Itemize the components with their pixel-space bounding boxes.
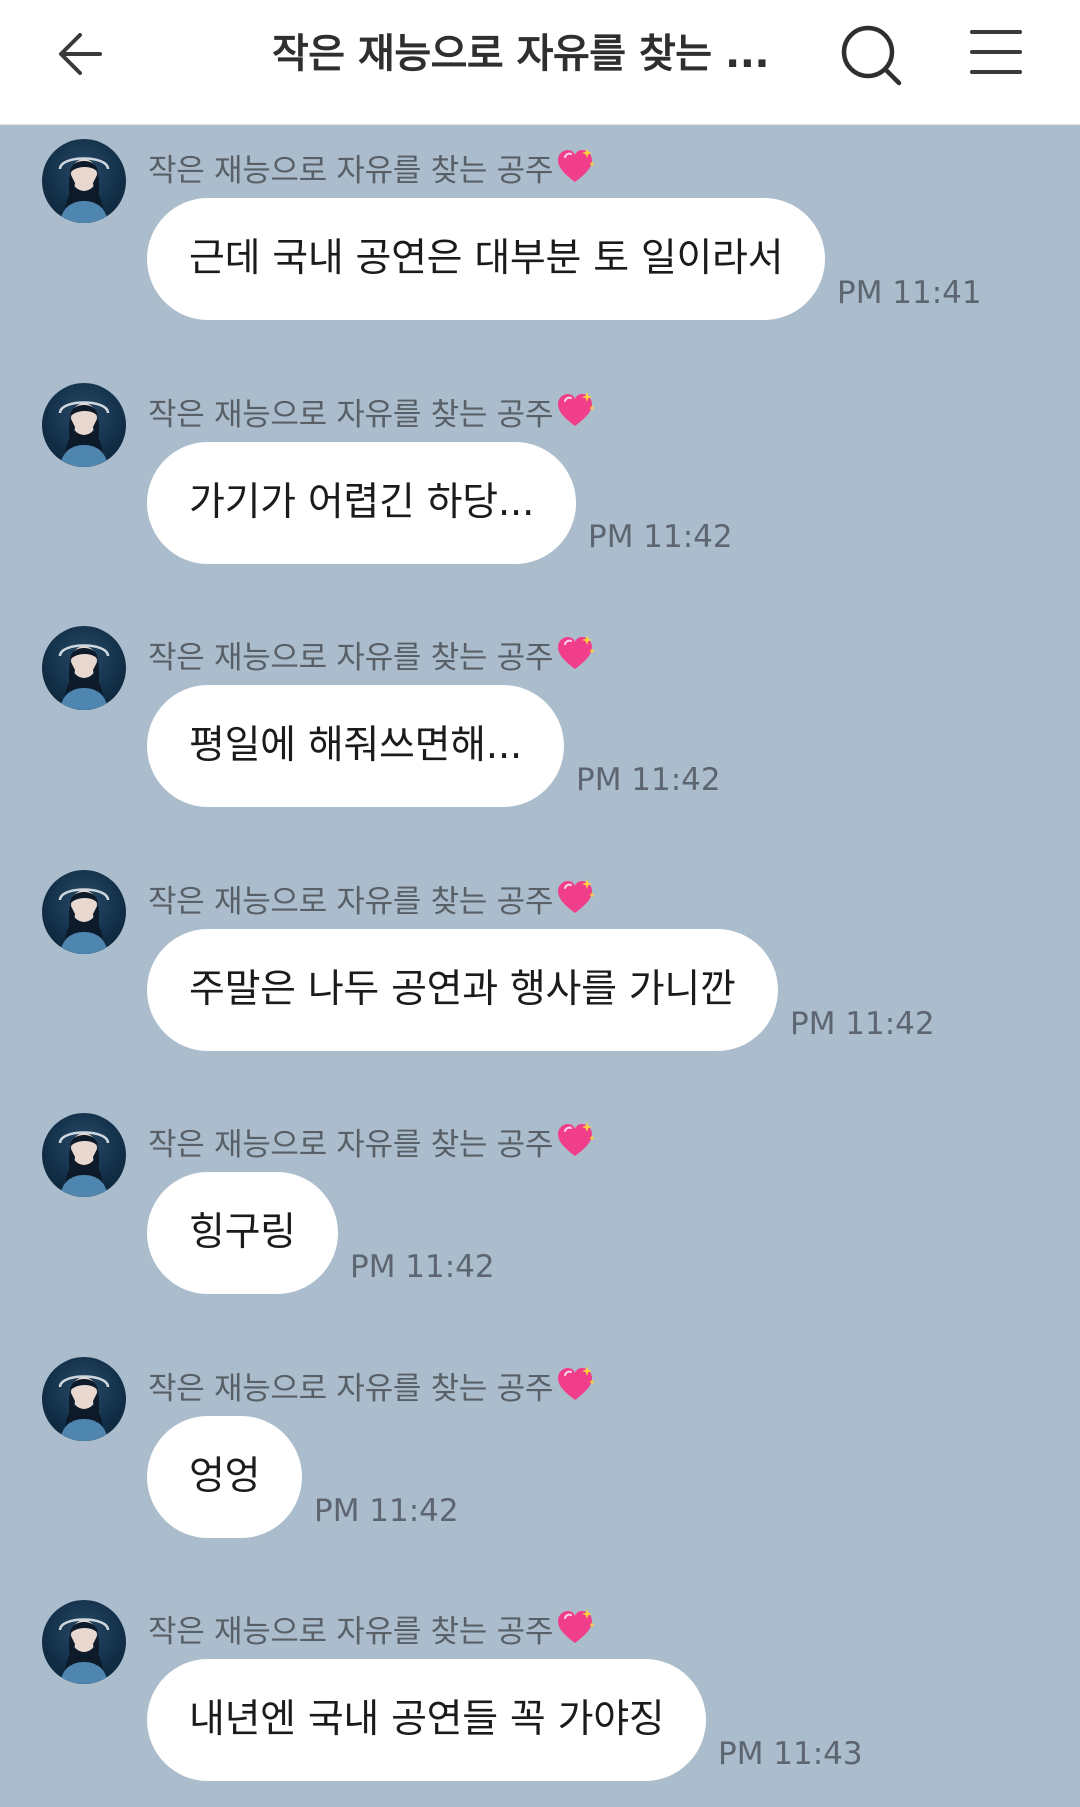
sender-name: 작은 재능으로 자유를 찾는 공주 [148,396,554,433]
message-time: PM 11:41 [837,275,982,311]
message-list[interactable]: 작은 재능으로 자유를 찾는 공주 근데 국내 공연은 대부분 토 일이라서 P… [0,125,1080,1807]
avatar[interactable] [42,383,126,467]
sparkling-heart-icon [555,391,596,431]
message-bubble[interactable]: 근데 국내 공연은 대부분 토 일이라서 [147,198,826,320]
sender-label: 작은 재능으로 자유를 찾는 공주 [148,1363,596,1407]
message-time: PM 11:42 [314,1493,459,1529]
message-bubble[interactable]: 주말은 나두 공연과 행사를 가니깐 [147,929,778,1051]
message-time: PM 11:42 [350,1249,495,1285]
sparkling-heart-icon [555,1608,596,1648]
sparkling-heart-icon [555,1121,596,1161]
sender-label: 작은 재능으로 자유를 찾는 공주 [148,876,596,920]
sender-label: 작은 재능으로 자유를 찾는 공주 [148,389,596,433]
sparkling-heart-icon [555,634,596,674]
sender-label: 작은 재능으로 자유를 찾는 공주 [148,632,596,676]
message-bubble[interactable]: 가기가 어렵긴 하당... [147,442,577,564]
message-bubble[interactable]: 힝구링 [147,1172,338,1294]
chat-header: 작은 재능으로 자유를 찾는 ... [0,0,1080,125]
menu-icon[interactable] [968,26,1024,78]
sender-label: 작은 재능으로 자유를 찾는 공주 [148,1606,596,1650]
sender-name: 작은 재능으로 자유를 찾는 공주 [148,1126,554,1163]
message-time: PM 11:42 [790,1006,935,1042]
message-row: 작은 재능으로 자유를 찾는 공주 주말은 나두 공연과 행사를 가니깐 PM … [0,856,1080,1056]
sparkling-heart-icon [555,147,596,187]
message-time: PM 11:43 [718,1736,863,1772]
avatar[interactable] [42,1113,126,1197]
avatar[interactable] [42,1357,126,1441]
sparkling-heart-icon [555,878,596,918]
avatar[interactable] [42,870,126,954]
sender-label: 작은 재능으로 자유를 찾는 공주 [148,1119,596,1163]
message-bubble[interactable]: 평일에 해줘쓰면해... [147,685,565,807]
message-bubble[interactable]: 엉엉 [147,1416,303,1538]
sender-name: 작은 재능으로 자유를 찾는 공주 [148,152,554,189]
message-row: 작은 재능으로 자유를 찾는 공주 평일에 해줘쓰면해... PM 11:42 [0,612,1080,812]
sender-name: 작은 재능으로 자유를 찾는 공주 [148,1613,554,1650]
sender-name: 작은 재능으로 자유를 찾는 공주 [148,1370,554,1407]
message-time: PM 11:42 [588,519,733,555]
message-row: 작은 재능으로 자유를 찾는 공주 엉엉 PM 11:42 [0,1343,1080,1543]
back-arrow-icon[interactable] [52,24,118,84]
avatar[interactable] [42,1600,126,1684]
sender-label: 작은 재능으로 자유를 찾는 공주 [148,145,596,189]
message-row: 작은 재능으로 자유를 찾는 공주 내년엔 국내 공연들 꼭 가야징 PM 11… [0,1586,1080,1786]
sender-name: 작은 재능으로 자유를 찾는 공주 [148,639,554,676]
chat-title: 작은 재능으로 자유를 찾는 ... [272,31,770,77]
message-row: 작은 재능으로 자유를 찾는 공주 힝구링 PM 11:42 [0,1099,1080,1299]
message-bubble[interactable]: 내년엔 국내 공연들 꼭 가야징 [147,1659,707,1781]
message-row: 작은 재능으로 자유를 찾는 공주 가기가 어렵긴 하당... PM 11:42 [0,369,1080,569]
sender-name: 작은 재능으로 자유를 찾는 공주 [148,883,554,920]
message-time: PM 11:42 [576,762,721,798]
avatar[interactable] [42,626,126,710]
search-icon[interactable] [836,20,906,90]
sparkling-heart-icon [555,1365,596,1405]
message-row: 작은 재능으로 자유를 찾는 공주 근데 국내 공연은 대부분 토 일이라서 P… [0,125,1080,325]
avatar[interactable] [42,139,126,223]
